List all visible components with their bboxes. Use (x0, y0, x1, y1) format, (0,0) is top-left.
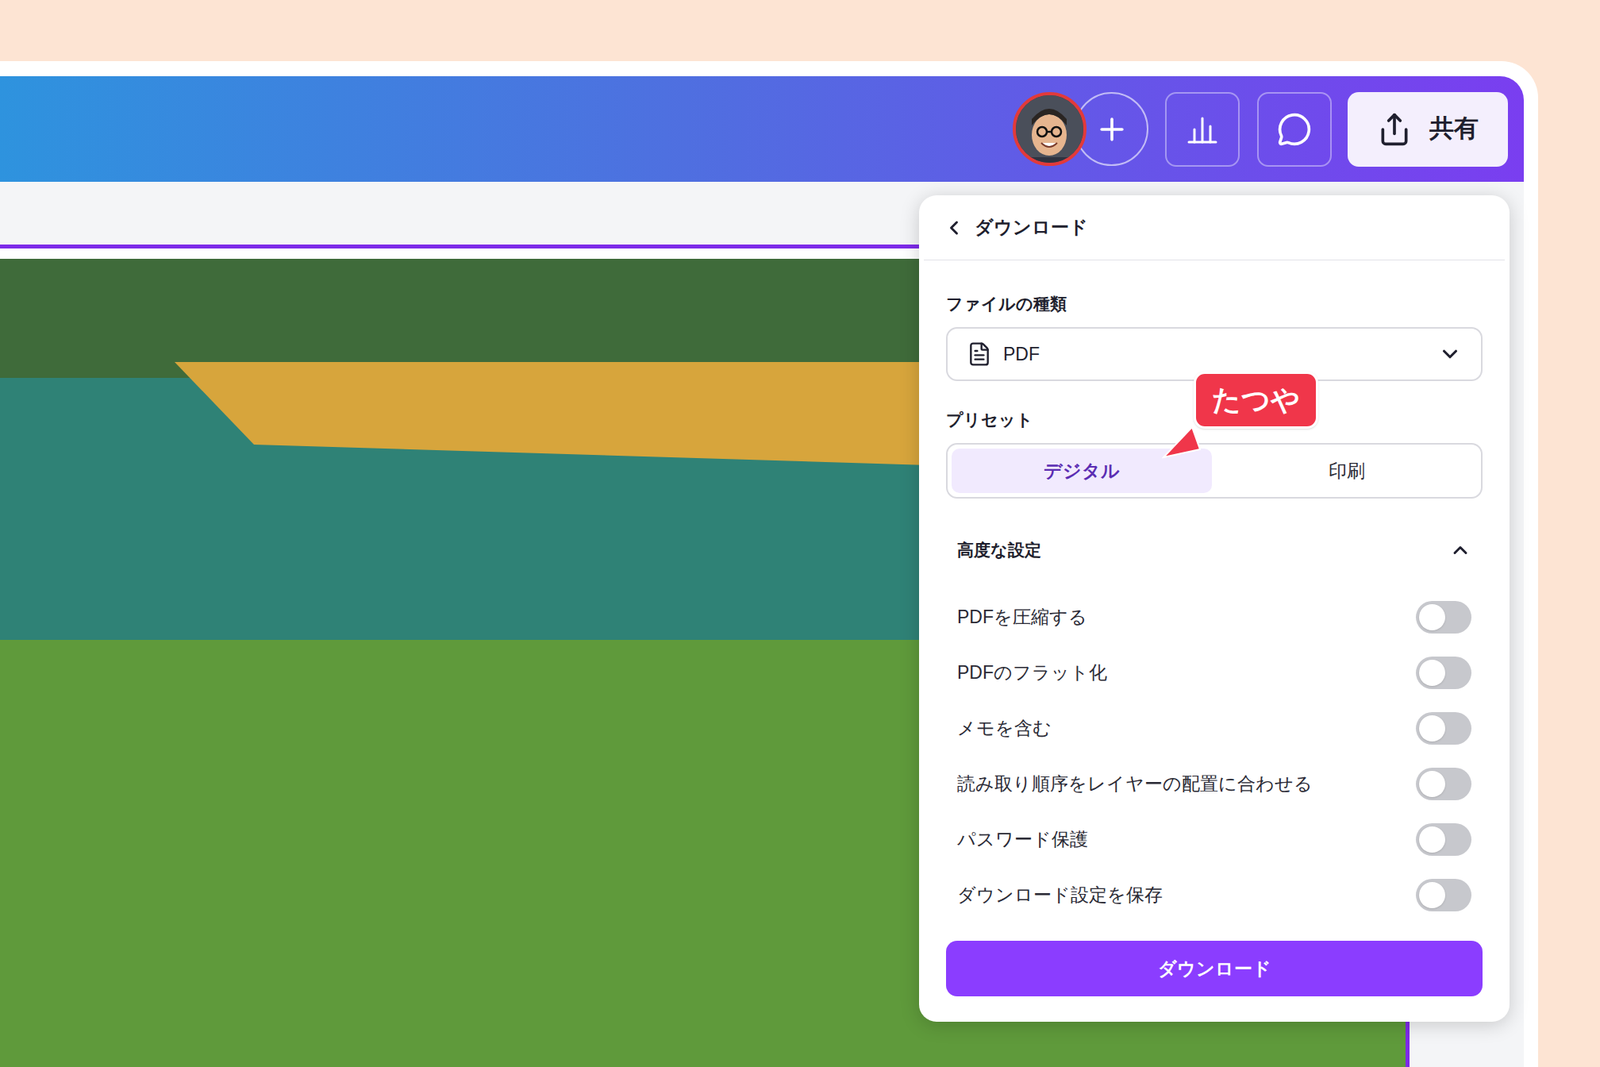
preset-option[interactable]: 印刷 (1216, 448, 1477, 493)
file-type-value: PDF (1003, 340, 1427, 369)
top-bar: 共有 (0, 76, 1524, 182)
toggle-knob (1419, 881, 1446, 908)
setting-row: PDFのフラット化 (946, 644, 1483, 700)
download-panel: ダウンロードファイルの種類PDFプリセットデジタル印刷高度な設定PDFを圧縮する… (919, 195, 1510, 1022)
toggle-switch[interactable] (1415, 878, 1472, 912)
cursor-pointer-icon (1161, 425, 1202, 461)
chevron-down-icon (1438, 342, 1462, 366)
comment-button[interactable] (1257, 92, 1332, 167)
panel-title: ダウンロード (974, 213, 1089, 242)
person-face-icon (1015, 95, 1084, 163)
back-icon[interactable] (942, 216, 966, 239)
toggle-knob (1419, 770, 1446, 797)
setting-label: 読み取り順序をレイヤーの配置に合わせる (957, 769, 1313, 798)
setting-row: ダウンロード設定を保存 (946, 866, 1483, 923)
setting-row: PDFを圧縮する (946, 588, 1483, 645)
toggle-knob (1419, 715, 1446, 742)
advanced-settings-header[interactable]: 高度な設定 (946, 538, 1483, 562)
share-label: 共有 (1429, 110, 1479, 148)
collaborator-cursor-label: たつや (1193, 371, 1319, 429)
chevron-up-icon (1449, 538, 1472, 562)
download-button[interactable]: ダウンロード (946, 940, 1483, 997)
toggle-knob (1419, 659, 1446, 686)
share-button[interactable]: 共有 (1347, 92, 1508, 167)
plus-icon (1094, 111, 1130, 147)
file-type-label: ファイルの種類 (946, 292, 1483, 316)
toggle-switch[interactable] (1415, 711, 1472, 745)
setting-label: ダウンロード設定を保存 (957, 880, 1163, 909)
insights-button[interactable] (1165, 92, 1240, 167)
preset-segmented-control: デジタル印刷 (946, 442, 1483, 499)
workspace: ダウンロードファイルの種類PDFプリセットデジタル印刷高度な設定PDFを圧縮する… (0, 181, 1524, 1067)
setting-label: パスワード保護 (957, 825, 1089, 854)
setting-row: パスワード保護 (946, 811, 1483, 867)
setting-row: メモを含む (946, 700, 1483, 756)
toggle-switch[interactable] (1415, 600, 1472, 634)
toggle-knob (1419, 603, 1446, 631)
setting-label: PDFを圧縮する (957, 603, 1088, 631)
advanced-options: PDFを圧縮する PDFのフラット化メモを含む読み取り順序をレイヤーの配置に合わせ… (946, 588, 1483, 923)
bar-chart-icon (1184, 111, 1220, 147)
setting-row: 読み取り順序をレイヤーの配置に合わせる (946, 755, 1483, 812)
page: 共有ダウンロードファイルの種類PDFプリセットデジタル印刷高度な設定PDFを圧縮… (0, 0, 1600, 1067)
avatar[interactable] (1012, 92, 1087, 166)
panel-header: ダウンロード (923, 195, 1505, 261)
toggle-switch[interactable] (1415, 823, 1472, 856)
setting-label: メモを含む (957, 714, 1052, 743)
toggle-switch[interactable] (1415, 767, 1472, 800)
share-icon (1376, 111, 1412, 147)
toggle-knob (1419, 826, 1446, 853)
advanced-settings-label: 高度な設定 (957, 538, 1042, 562)
editor-window: 共有ダウンロードファイルの種類PDFプリセットデジタル印刷高度な設定PDFを圧縮… (0, 61, 1539, 1067)
photo-tarp (174, 361, 969, 466)
panel-body: ファイルの種類PDFプリセットデジタル印刷高度な設定PDFを圧縮するPDFのフラ… (919, 260, 1510, 997)
setting-label: PDFのフラット化 (957, 658, 1108, 687)
document-icon (966, 341, 993, 367)
comment-icon (1276, 111, 1312, 147)
toggle-switch[interactable] (1415, 656, 1472, 689)
